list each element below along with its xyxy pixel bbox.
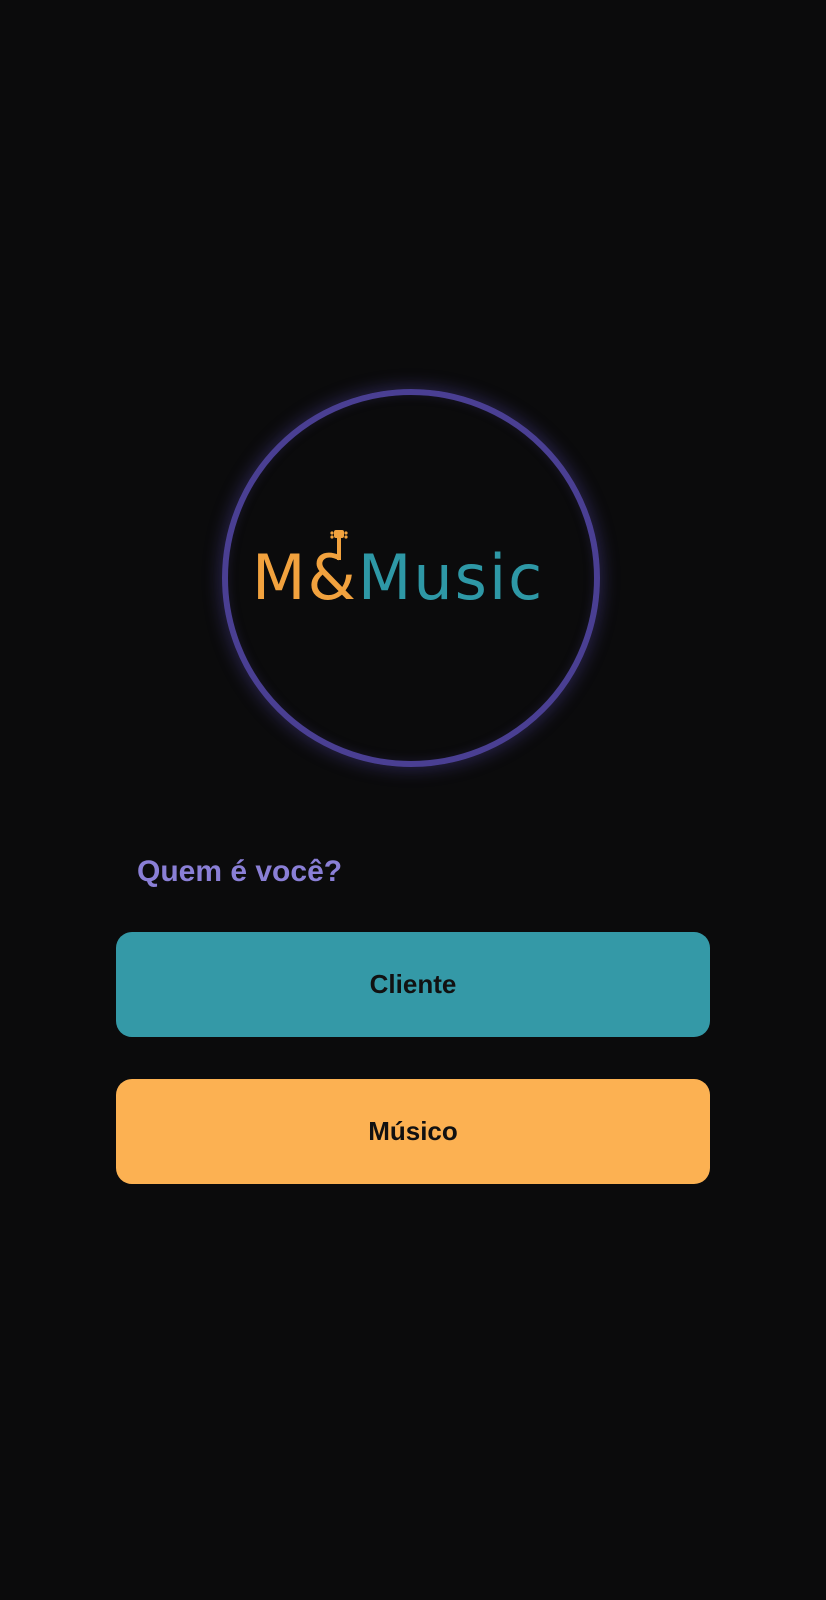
musico-button-label: Músico	[368, 1116, 458, 1146]
app-logo: M& Music	[252, 530, 582, 618]
cliente-button-label: Cliente	[369, 969, 457, 999]
musico-button[interactable]: Músico	[116, 1079, 710, 1184]
logo-letter-m: M	[252, 541, 308, 614]
logo-word-music: Music	[357, 541, 545, 614]
app-screen: M& Music Quem é você? Cliente Músico	[0, 0, 826, 1600]
logo-ampersand: &	[308, 530, 358, 618]
cliente-button[interactable]: Cliente	[116, 932, 710, 1037]
who-are-you-heading: Quem é você?	[137, 855, 343, 888]
guitar-neck-icon	[329, 530, 348, 560]
